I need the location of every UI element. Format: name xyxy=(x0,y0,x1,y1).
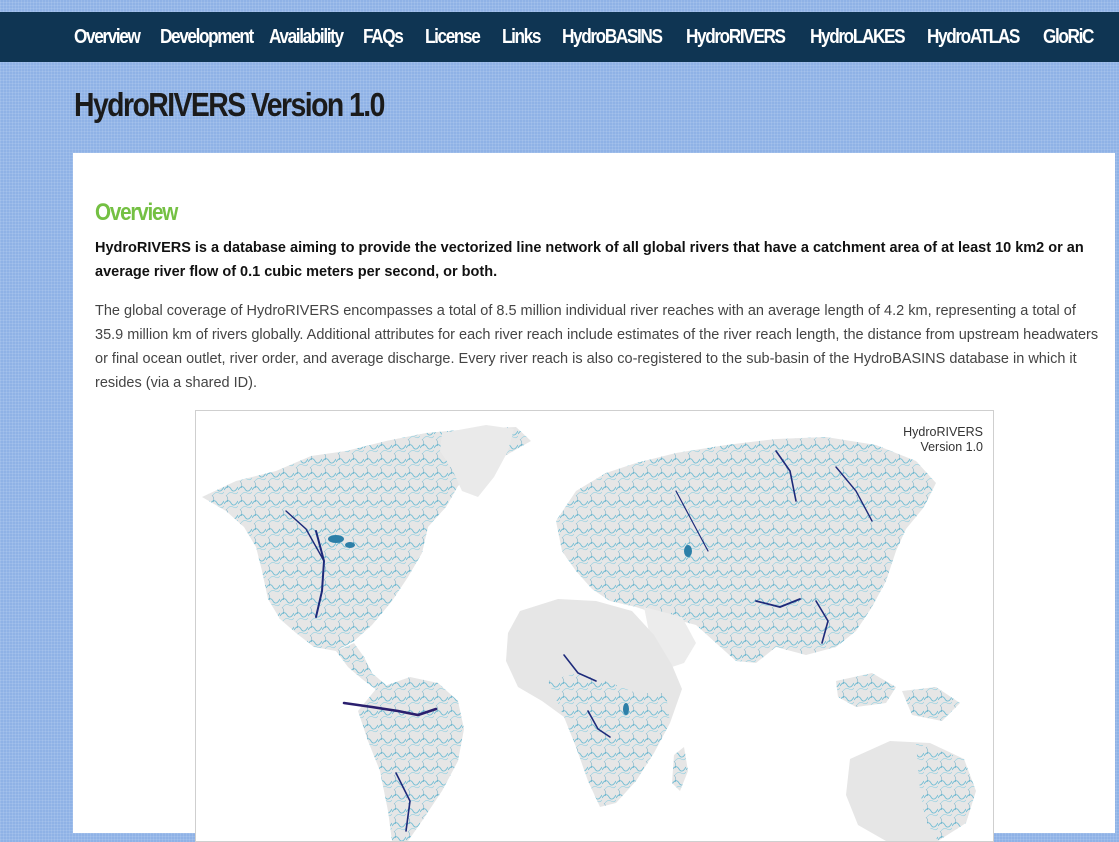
nav-menu: Overview Development Availability FAQs L… xyxy=(74,12,1101,62)
nav-link-hydrorivers[interactable]: HydroRIVERS xyxy=(686,26,786,49)
map-label-line1: HydroRIVERS xyxy=(903,425,983,439)
intro-paragraph: HydroRIVERS is a database aiming to prov… xyxy=(95,240,1084,280)
nav-link-development[interactable]: Development xyxy=(160,26,254,49)
nav-link-hydroatlas[interactable]: HydroATLAS xyxy=(927,26,1020,49)
nav-link-overview[interactable]: Overview xyxy=(74,26,141,49)
map-legend-label: HydroRIVERS Version 1.0 xyxy=(903,425,983,455)
nav-link-links[interactable]: Links xyxy=(502,26,541,49)
content-panel: Overview HydroRIVERS is a database aimin… xyxy=(73,153,1115,842)
nav-link-hydrobasins[interactable]: HydroBASINS xyxy=(562,26,663,49)
map-label-line2: Version 1.0 xyxy=(920,440,983,454)
central-america-landmass xyxy=(336,643,386,691)
body-paragraph: The global coverage of HydroRIVERS encom… xyxy=(95,303,1099,391)
nav-link-gloric[interactable]: GloRiC xyxy=(1043,26,1094,49)
nav-link-faqs[interactable]: FAQs xyxy=(363,26,404,49)
section-heading-overview: Overview xyxy=(95,199,178,226)
nav-link-hydrolakes[interactable]: HydroLAKES xyxy=(810,26,906,49)
top-navbar: Overview Development Availability FAQs L… xyxy=(0,12,1119,62)
southeast-asia-islands xyxy=(836,673,960,721)
world-map-graphic xyxy=(202,425,976,841)
hydrorivers-world-map: HydroRIVERS Version 1.0 xyxy=(195,410,994,842)
nav-link-availability[interactable]: Availability xyxy=(269,26,344,49)
australia-landmass xyxy=(846,741,976,841)
south-america-landmass xyxy=(358,677,464,841)
madagascar-landmass xyxy=(672,747,688,791)
nav-link-license[interactable]: License xyxy=(425,26,481,49)
page-title: HydroRIVERS Version 1.0 xyxy=(74,86,385,123)
